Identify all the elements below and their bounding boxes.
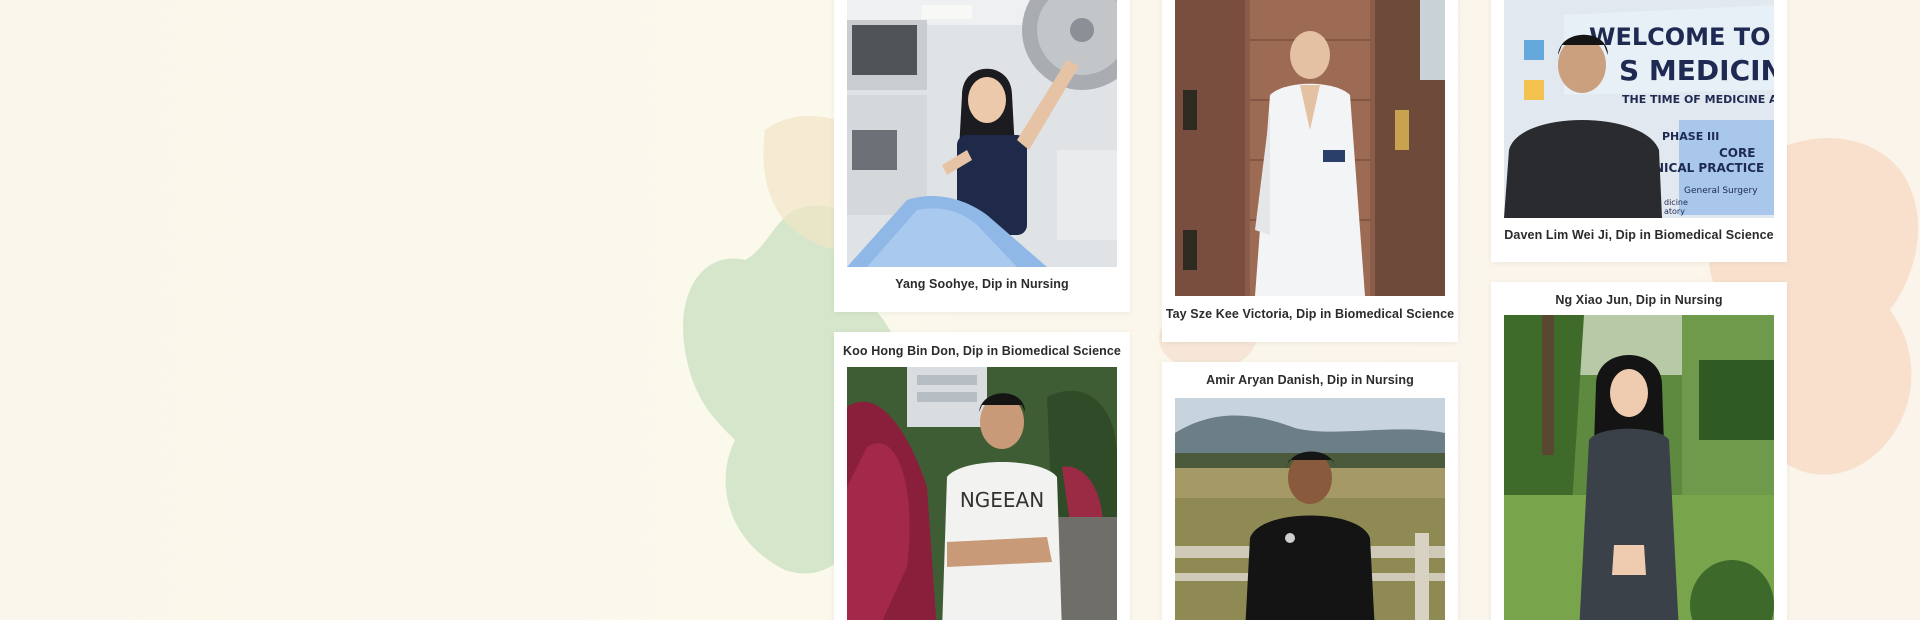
profile-caption: Ng Xiao Jun, Dip in Nursing	[1555, 293, 1723, 307]
garden-photo: NGEEAN	[847, 367, 1117, 620]
svg-text:CORE: CORE	[1719, 146, 1755, 160]
profile-caption: Tay Sze Kee Victoria, Dip in Biomedical …	[1165, 307, 1455, 321]
svg-text:General Surgery: General Surgery	[1684, 186, 1758, 196]
profile-card-tay-sze-kee-victoria: Tay Sze Kee Victoria, Dip in Biomedical …	[1162, 0, 1458, 342]
svg-text:THE TIME OF MEDICINE AND MORE: THE TIME OF MEDICINE AND MORE	[1622, 93, 1774, 106]
profile-caption: Koo Hong Bin Don, Dip in Biomedical Scie…	[843, 344, 1121, 358]
operating-room-photo	[847, 0, 1117, 267]
profile-card-koo-hong-bin-don: Koo Hong Bin Don, Dip in Biomedical Scie…	[834, 332, 1130, 620]
profile-caption: Amir Aryan Danish, Dip in Nursing	[1206, 373, 1414, 387]
park-photo	[1504, 315, 1774, 620]
svg-text:NGEEAN: NGEEAN	[960, 488, 1044, 512]
profile-caption: Daven Lim Wei Ji, Dip in Biomedical Scie…	[1504, 228, 1774, 242]
profile-card-daven-lim-wei-ji: WELCOME TO S MEDICINE THE TIME OF MEDICI…	[1491, 0, 1787, 262]
svg-text:dicine: dicine	[1664, 198, 1688, 207]
profile-card-amir-aryan-danish: Amir Aryan Danish, Dip in Nursing	[1162, 362, 1458, 620]
profile-caption: Yang Soohye, Dip in Nursing	[895, 277, 1069, 291]
welcome-banner-photo: WELCOME TO S MEDICINE THE TIME OF MEDICI…	[1504, 0, 1774, 218]
svg-text:PHASE III: PHASE III	[1662, 130, 1719, 143]
svg-text:atory: atory	[1664, 207, 1685, 216]
svg-text:WELCOME TO: WELCOME TO	[1589, 23, 1771, 51]
svg-text:NICAL PRACTICE: NICAL PRACTICE	[1654, 161, 1764, 175]
lab-coat-photo	[1175, 0, 1445, 296]
paddock-photo	[1175, 398, 1445, 620]
profile-card-yang-soohye: Yang Soohye, Dip in Nursing	[834, 0, 1130, 312]
svg-text:S MEDICINE: S MEDICINE	[1619, 54, 1774, 87]
profile-card-ng-xiao-jun: Ng Xiao Jun, Dip in Nursing	[1491, 282, 1787, 620]
